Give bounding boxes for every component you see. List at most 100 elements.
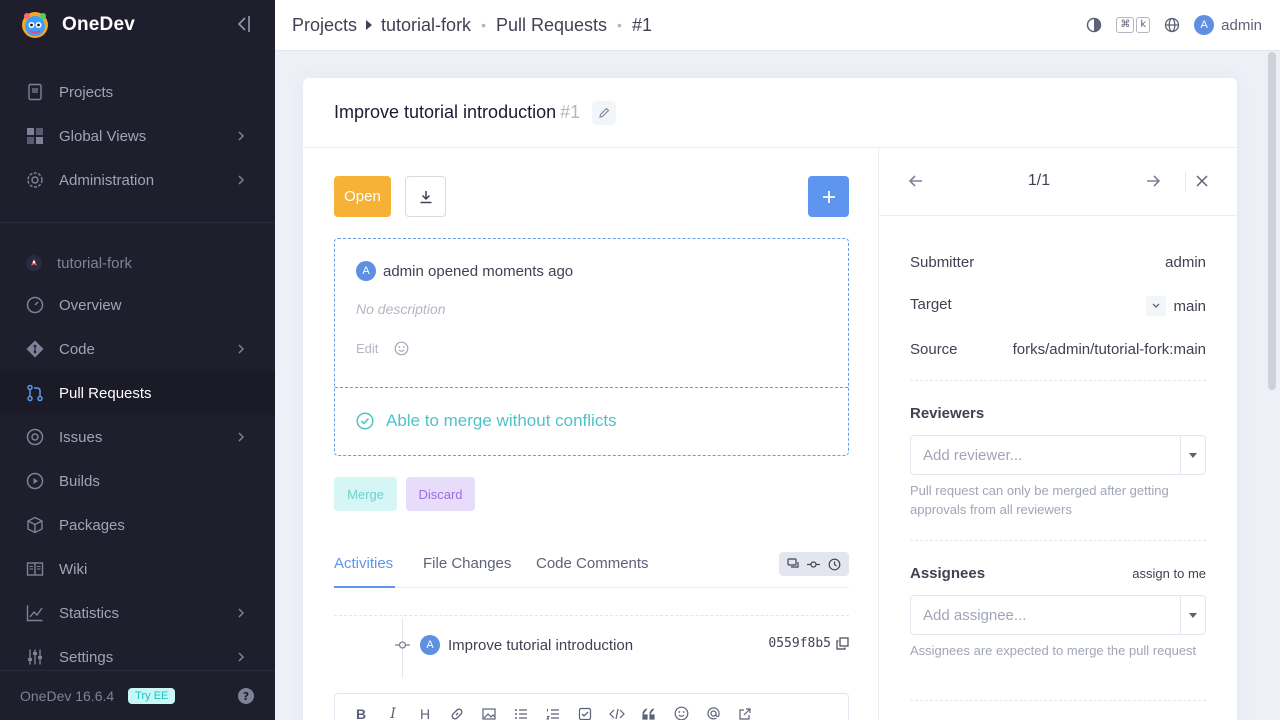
link-icon[interactable] [441, 707, 473, 720]
italic-button[interactable]: I [377, 706, 409, 720]
sidebar-footer: OneDev 16.6.4 Try EE ? [0, 670, 275, 720]
no-description: No description [356, 301, 446, 317]
pr-side-panel: 1/1 Submitter admin Target main Source f… [878, 148, 1237, 720]
avatar[interactable]: A [356, 261, 376, 281]
bullet-list-icon[interactable] [505, 707, 537, 720]
commit-message[interactable]: Improve tutorial introduction [448, 637, 633, 654]
pr-tabs: Activities File Changes Code Comments [334, 550, 849, 588]
submitter-label: Submitter [910, 254, 975, 271]
image-icon[interactable] [473, 707, 505, 720]
sidebar-item-label: Global Views [59, 127, 147, 145]
commit-icon[interactable] [807, 558, 821, 571]
user-name[interactable]: admin [1221, 17, 1262, 34]
bold-button[interactable]: B [345, 706, 377, 720]
breadcrumb-projects[interactable]: Projects [292, 15, 357, 36]
sidebar-item-label: Builds [59, 472, 100, 490]
sidebar-item-code[interactable]: Code [0, 327, 275, 371]
sidebar-item-label: Overview [59, 296, 122, 314]
reviewers-hint: Pull request can only be merged after ge… [910, 483, 1169, 517]
version-label: OneDev 16.6.4 [20, 687, 115, 704]
sidebar-item-packages[interactable]: Packages [0, 503, 275, 547]
globe-icon[interactable] [1164, 17, 1180, 33]
sidebar-item-projects[interactable]: Projects [0, 70, 275, 114]
mention-icon[interactable] [697, 706, 729, 720]
checklist-icon[interactable] [569, 707, 601, 720]
source-row: Source forks/admin/tutorial-fork:main [910, 341, 1206, 363]
commit-icon [395, 639, 410, 651]
breadcrumb-pull-requests[interactable]: Pull Requests [496, 15, 607, 36]
add-button[interactable] [808, 176, 849, 217]
assignee-select[interactable]: Add assignee... [910, 595, 1206, 635]
smile-icon[interactable] [394, 341, 409, 356]
commit-hash-link[interactable]: 0559f8b5 [768, 636, 831, 651]
source-value[interactable]: forks/admin/tutorial-fork:main [1013, 341, 1206, 358]
target-value[interactable]: main [1173, 298, 1206, 315]
close-icon[interactable] [1196, 175, 1208, 187]
sidebar-item-label: Packages [59, 516, 125, 534]
edit-description-link[interactable]: Edit [356, 341, 378, 356]
avatar[interactable]: A [1194, 15, 1215, 35]
reviewer-placeholder: Add reviewer... [923, 447, 1023, 464]
pr-header: Improve tutorial introduction #1 [303, 78, 1237, 148]
sidebar-item-statistics[interactable]: Statistics [0, 591, 275, 635]
code-icon[interactable] [601, 707, 633, 720]
command-palette-shortcut[interactable]: ⌘ k [1116, 17, 1152, 33]
comment-editor-toolbar: B I H [334, 693, 849, 720]
target-label: Target [910, 296, 952, 313]
chart-icon [25, 603, 45, 623]
target-row: Target main [910, 296, 1206, 318]
assignees-hint: Assignees are expected to merge the pull… [910, 643, 1197, 658]
sidebar-collapse-icon[interactable] [234, 14, 254, 34]
opened-text: admin opened moments ago [383, 262, 574, 280]
sidebar-item-pull-requests[interactable]: Pull Requests [0, 371, 275, 415]
merge-status-text: Able to merge without conflicts [386, 411, 617, 430]
breadcrumb-project[interactable]: tutorial-fork [381, 15, 471, 36]
sidebar-item-builds[interactable]: Builds [0, 459, 275, 503]
tab-file-changes[interactable]: File Changes [423, 555, 511, 572]
play-icon [25, 471, 45, 491]
tab-activities[interactable]: Activities [334, 555, 393, 572]
sidebar-project-name[interactable]: tutorial-fork [25, 252, 132, 274]
history-icon[interactable] [828, 558, 841, 571]
copy-icon[interactable] [836, 637, 849, 650]
try-ee-badge[interactable]: Try EE [128, 687, 176, 704]
arrow-right-icon[interactable] [1145, 173, 1161, 189]
grid-icon [25, 126, 45, 146]
gauge-icon [25, 295, 45, 315]
download-button[interactable] [405, 176, 446, 217]
emoji-icon[interactable] [665, 706, 697, 720]
arrow-left-icon[interactable] [908, 173, 924, 189]
tab-code-comments[interactable]: Code Comments [536, 555, 649, 572]
comments-icon[interactable] [787, 557, 800, 571]
edit-title-button[interactable] [592, 100, 617, 125]
open-status-button[interactable]: Open [334, 176, 391, 217]
merge-button[interactable]: Merge [334, 477, 397, 511]
assign-to-me-link[interactable]: assign to me [1132, 566, 1206, 581]
pr-position: 1/1 [1027, 172, 1051, 189]
topbar-actions: ⌘ k A admin [1086, 0, 1280, 50]
section-separator [910, 540, 1206, 541]
breadcrumb-current: #1 [631, 14, 652, 35]
discard-button[interactable]: Discard [406, 477, 475, 511]
git-icon [25, 339, 45, 359]
external-link-icon[interactable] [729, 707, 761, 720]
target-value-wrap: main [1146, 296, 1206, 316]
page-scrollbar[interactable] [1268, 52, 1276, 390]
ordered-list-icon[interactable] [537, 707, 569, 720]
avatar[interactable]: A [420, 635, 440, 655]
help-icon[interactable]: ? [237, 687, 255, 705]
submitter-value[interactable]: admin [1165, 254, 1206, 271]
sidebar-item-administration[interactable]: Administration [0, 158, 275, 202]
heading-button[interactable]: H [409, 706, 441, 720]
sidebar-item-issues[interactable]: Issues [0, 415, 275, 459]
theme-toggle-icon[interactable] [1086, 17, 1102, 33]
sidebar-item-wiki[interactable]: Wiki [0, 547, 275, 591]
onedev-logo-icon [20, 10, 50, 40]
sidebar-item-overview[interactable]: Overview [0, 283, 275, 327]
sidebar-item-global-views[interactable]: Global Views [0, 114, 275, 158]
assignees-title: Assignees [910, 565, 986, 582]
reviewer-select[interactable]: Add reviewer... [910, 435, 1206, 475]
quote-icon[interactable] [633, 707, 665, 720]
chevron-down-icon[interactable] [1146, 296, 1167, 316]
section-separator [910, 380, 1206, 381]
